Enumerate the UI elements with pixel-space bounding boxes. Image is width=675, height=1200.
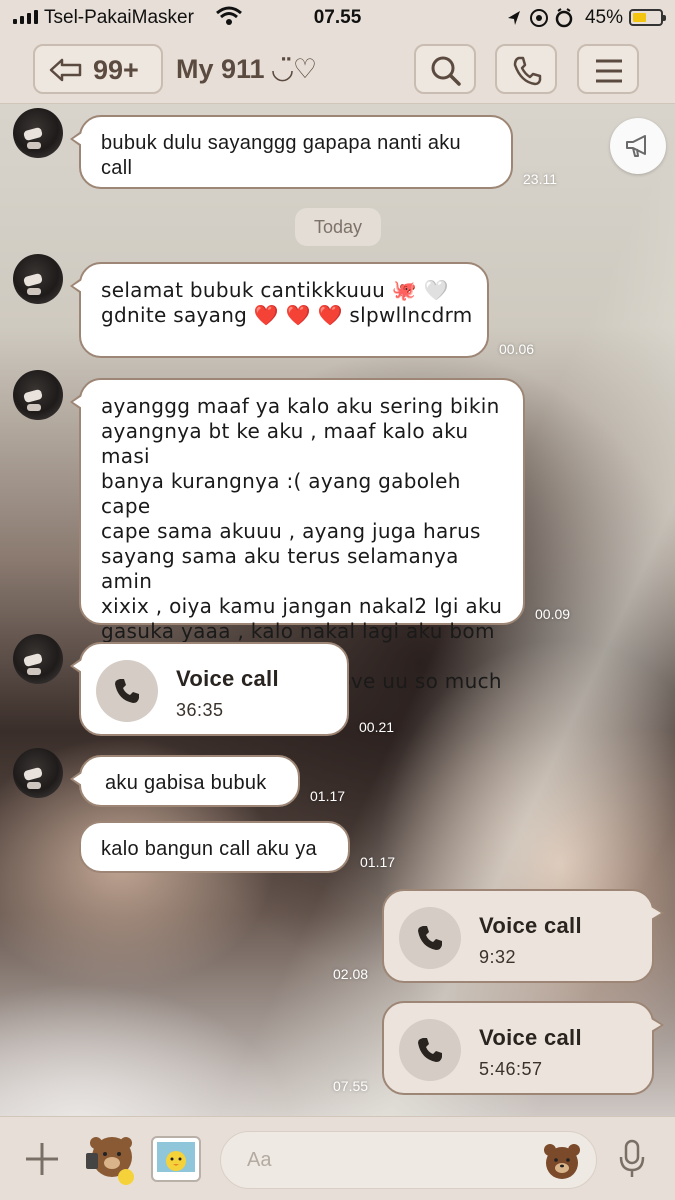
message-time: 07.55	[333, 1078, 369, 1094]
phone-icon	[418, 1038, 442, 1062]
call-label: Voice call	[176, 666, 279, 691]
call-button[interactable]	[495, 44, 557, 94]
phone-icon	[513, 56, 542, 86]
back-arrow-icon	[49, 58, 82, 82]
call-icon-circle	[96, 660, 158, 722]
avatar[interactable]	[13, 254, 63, 304]
call-duration: 5:46:57	[479, 1059, 543, 1079]
search-button[interactable]	[414, 44, 476, 94]
avatar[interactable]	[13, 370, 63, 420]
bear-emoji-icon[interactable]	[542, 1142, 582, 1180]
status-bar: Tsel-PakaiMasker 07.55 45%	[0, 0, 675, 36]
message-time: 00.21	[359, 719, 395, 735]
message-text: bubuk dulu sayanggg gapapa nanti aku cal…	[101, 132, 461, 179]
message-text: selamat bubuk cantikkkuuu 🐙 🤍 gdnite say…	[101, 278, 473, 327]
message-bubble[interactable]: selamat bubuk cantikkkuuu 🐙 🤍 gdnite say…	[70, 262, 489, 358]
input-placeholder: Aa	[247, 1149, 272, 1171]
phone-icon	[418, 926, 442, 950]
sticker-icon[interactable]	[150, 1135, 202, 1183]
avatar[interactable]	[13, 108, 63, 158]
message-time: 01.17	[360, 854, 396, 870]
message-bubble[interactable]: aku gabisa bubuk	[70, 755, 300, 807]
composer-bar: Aa	[0, 1116, 675, 1200]
voice-call-bubble[interactable]: Voice call 36:35	[70, 642, 349, 736]
message-time: 00.06	[499, 341, 535, 357]
call-duration: 9:32	[479, 947, 517, 967]
message-text: kalo bangun call aku ya	[101, 838, 317, 860]
voice-call-bubble[interactable]: Voice call 5:46:57	[382, 1001, 664, 1095]
message-time: 23.11	[523, 171, 557, 187]
message-input[interactable]: Aa	[220, 1131, 597, 1189]
call-duration: 36:35	[176, 700, 224, 720]
sticker-icon[interactable]	[82, 1131, 138, 1187]
message-bubble[interactable]: kalo bangun call aku ya	[79, 821, 350, 873]
message-bubble[interactable]: ayanggg maaf ya kalo aku sering bikin ay…	[70, 378, 525, 718]
message-time: 02.08	[333, 966, 369, 982]
megaphone-icon	[626, 135, 646, 157]
plus-icon[interactable]	[24, 1141, 60, 1177]
call-label: Voice call	[479, 1025, 582, 1050]
date-separator: Today	[295, 208, 381, 246]
avatar[interactable]	[13, 634, 63, 684]
message-bubble[interactable]: bubuk dulu sayanggg gapapa nanti aku cal…	[70, 115, 513, 189]
call-icon-circle	[399, 1019, 461, 1081]
message-time: 01.17	[310, 788, 346, 804]
avatar[interactable]	[13, 748, 63, 798]
voice-call-bubble[interactable]: Voice call 9:32	[382, 889, 664, 983]
phone-icon	[115, 679, 139, 703]
announcement-button[interactable]	[610, 118, 666, 174]
location-alarm-icons	[508, 8, 573, 28]
chat-header: 99+ My 911 ◡̈♡	[0, 36, 675, 104]
chat-title[interactable]: My 911 ◡̈♡	[176, 54, 317, 85]
unread-count: 99+	[93, 55, 139, 85]
back-button[interactable]: 99+	[33, 44, 163, 94]
battery-icon	[629, 9, 666, 26]
call-icon-circle	[399, 907, 461, 969]
search-icon	[431, 56, 461, 86]
message-text: aku gabisa bubuk	[105, 772, 267, 794]
microphone-icon[interactable]	[618, 1139, 646, 1179]
message-time: 00.09	[535, 606, 571, 622]
call-label: Voice call	[479, 913, 582, 938]
menu-button[interactable]	[577, 44, 639, 94]
menu-icon	[596, 59, 622, 83]
battery-percent: 45%	[584, 7, 623, 28]
